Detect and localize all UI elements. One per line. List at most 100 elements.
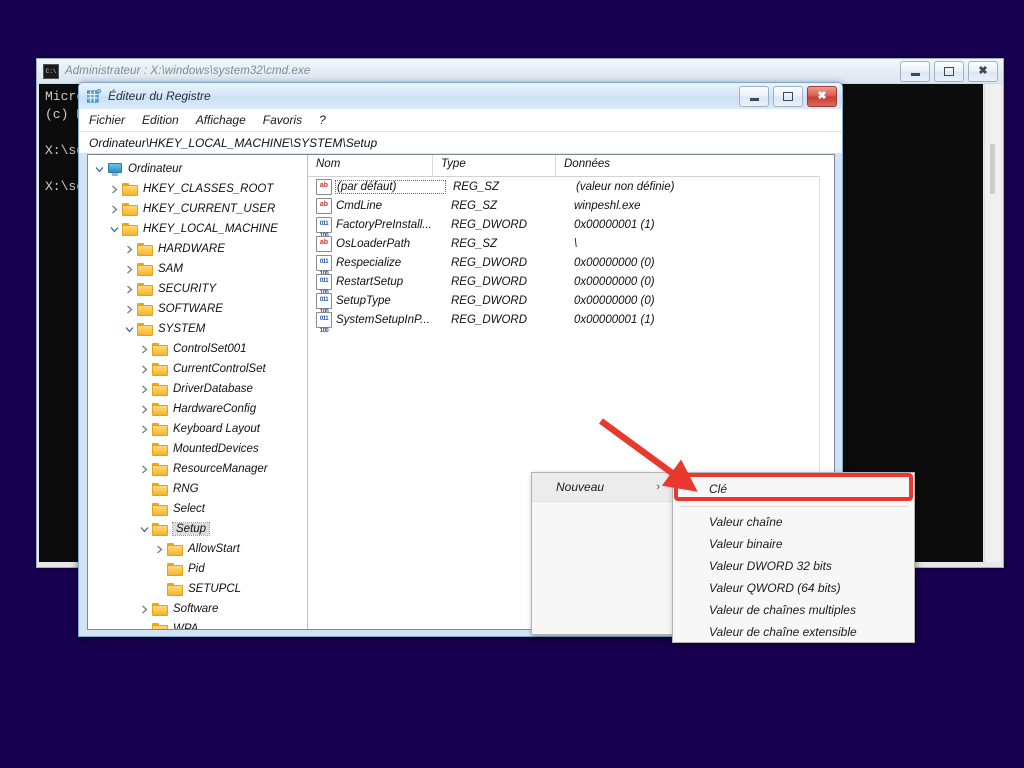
- chevron-right-icon[interactable]: [107, 201, 122, 217]
- tree-item-hardwareconfig[interactable]: HardwareConfig: [88, 399, 307, 419]
- tree-item-hardware[interactable]: HARDWARE: [88, 239, 307, 259]
- chevron-right-icon[interactable]: [122, 301, 137, 317]
- column-header-name[interactable]: Nom: [308, 155, 433, 176]
- tree-item-setup[interactable]: Setup: [88, 519, 307, 539]
- submenu-item-label: Clé: [709, 482, 728, 496]
- value-name: OsLoaderPath: [336, 237, 411, 250]
- chevron-right-icon[interactable]: [122, 281, 137, 297]
- folder-icon: [152, 382, 168, 396]
- chevron-down-icon[interactable]: [92, 161, 107, 177]
- value-row[interactable]: ab (par défaut) REG_SZ (valeur non définie): [308, 177, 834, 196]
- value-row[interactable]: 011100 Respecialize REG_DWORD 0x00000000 (0…: [308, 253, 834, 277]
- tree-item-ordinateur[interactable]: Ordinateur: [88, 159, 307, 179]
- folder-icon: [137, 262, 153, 276]
- submenu-item-label: Valeur DWORD 32 bits: [709, 559, 832, 573]
- chevron-right-icon[interactable]: [137, 421, 152, 437]
- context-menu-item-nouveau[interactable]: Nouveau ›: [532, 473, 672, 502]
- chevron-right-icon[interactable]: [152, 541, 167, 557]
- cmd-minimize-button[interactable]: [900, 60, 930, 82]
- regedit-titlebar[interactable]: Éditeur du Registre ✖: [79, 83, 842, 109]
- menu-edition[interactable]: Edition: [142, 113, 179, 127]
- tree-item-label: DriverDatabase: [173, 383, 253, 395]
- chevron-right-icon[interactable]: [122, 261, 137, 277]
- value-name: FactoryPreInstall...: [336, 218, 432, 231]
- chevron-right-icon: ›: [656, 481, 660, 493]
- context-menu-parent[interactable]: Nouveau ›: [531, 472, 673, 635]
- tree-item-rng[interactable]: RNG: [88, 479, 307, 499]
- regedit-maximize-button[interactable]: [773, 85, 803, 107]
- cmd-vertical-scrollbar[interactable]: [984, 84, 1001, 562]
- column-header-data[interactable]: Données: [556, 155, 834, 176]
- chevron-right-icon[interactable]: [137, 401, 152, 417]
- chevron-right-icon[interactable]: [137, 601, 152, 617]
- folder-icon: [152, 362, 168, 376]
- tree-item-driverdatabase[interactable]: DriverDatabase: [88, 379, 307, 399]
- value-row[interactable]: ab OsLoaderPath REG_SZ \: [308, 234, 834, 253]
- regedit-address-bar[interactable]: Ordinateur\HKEY_LOCAL_MACHINE\SYSTEM\Set…: [79, 131, 842, 153]
- registry-tree-pane[interactable]: Ordinateur HKEY_CLASSES_ROOT HKEY_CURRENT_…: [88, 155, 308, 629]
- submenu-item-cl-[interactable]: Clé: [673, 475, 914, 503]
- tree-item-security[interactable]: SECURITY: [88, 279, 307, 299]
- tree-item-hkey-classes-root[interactable]: HKEY_CLASSES_ROOT: [88, 179, 307, 199]
- chevron-right-icon[interactable]: [137, 381, 152, 397]
- chevron-right-icon[interactable]: [107, 181, 122, 197]
- desktop-background: C:\ Administrateur : X:\windows\system32…: [0, 0, 1024, 768]
- chevron-down-icon[interactable]: [107, 221, 122, 237]
- submenu-item-valeur-dword-32-bits[interactable]: Valeur DWORD 32 bits: [673, 555, 914, 577]
- folder-icon: [137, 302, 153, 316]
- value-row[interactable]: 011100 RestartSetup REG_DWORD 0x00000000 (0…: [308, 272, 834, 296]
- tree-item-pid[interactable]: Pid: [88, 559, 307, 579]
- value-row[interactable]: 011100 FactoryPreInstall... REG_DWORD 0x000…: [308, 215, 834, 239]
- menu-aide[interactable]: ?: [319, 113, 326, 127]
- tree-item-select[interactable]: Select: [88, 499, 307, 519]
- submenu-item-label: Valeur binaire: [709, 537, 783, 551]
- submenu-item-valeur-de-cha-ne-extensible[interactable]: Valeur de chaîne extensible: [673, 621, 914, 643]
- submenu-item-valeur-de-cha-nes-multiples[interactable]: Valeur de chaînes multiples: [673, 599, 914, 621]
- tree-item-wpa[interactable]: WPA: [88, 619, 307, 629]
- tree-item-hkey-current-user[interactable]: HKEY_CURRENT_USER: [88, 199, 307, 219]
- chevron-right-icon[interactable]: [122, 241, 137, 257]
- submenu-item-valeur-binaire[interactable]: Valeur binaire: [673, 533, 914, 555]
- tree-item-setupcl[interactable]: SETUPCL: [88, 579, 307, 599]
- maximize-icon: [783, 91, 793, 101]
- value-row[interactable]: 011 100 SystemSetupInP... REG_DWORD 0x000000…: [308, 310, 834, 334]
- cmd-close-button[interactable]: ✖: [968, 60, 998, 82]
- menu-fichier[interactable]: Fichier: [89, 113, 125, 127]
- tree-item-software[interactable]: Software: [88, 599, 307, 619]
- value-data: 0x00000000 (0): [574, 294, 655, 307]
- tree-item-resourcemanager[interactable]: ResourceManager: [88, 459, 307, 479]
- value-row[interactable]: 011100 SetupType REG_DWORD 0x00000000 (0): [308, 291, 834, 315]
- submenu-item-valeur-qword-64-bits-[interactable]: Valeur QWORD (64 bits): [673, 577, 914, 599]
- tree-item-keyboard-layout[interactable]: Keyboard Layout: [88, 419, 307, 439]
- tree-item-currentcontrolset[interactable]: CurrentControlSet: [88, 359, 307, 379]
- dword-value-icon: 011100: [316, 292, 332, 315]
- tree-item-system[interactable]: SYSTEM: [88, 319, 307, 339]
- cmd-scrollbar-thumb[interactable]: [990, 144, 995, 194]
- chevron-right-icon[interactable]: [137, 361, 152, 377]
- regedit-minimize-button[interactable]: [739, 85, 769, 107]
- menu-favoris[interactable]: Favoris: [263, 113, 302, 127]
- regedit-close-button[interactable]: ✖: [807, 85, 837, 107]
- tree-item-sam[interactable]: SAM: [88, 259, 307, 279]
- chevron-right-icon[interactable]: [137, 341, 152, 357]
- chevron-down-icon[interactable]: [137, 521, 152, 537]
- value-row[interactable]: ab CmdLine REG_SZ winpeshl.exe: [308, 196, 834, 215]
- tree-item-allowstart[interactable]: AllowStart: [88, 539, 307, 559]
- submenu-item-valeur-cha-ne[interactable]: Valeur chaîne: [673, 511, 914, 533]
- tree-item-software[interactable]: SOFTWARE: [88, 299, 307, 319]
- chevron-right-icon[interactable]: [137, 461, 152, 477]
- menu-affichage[interactable]: Affichage: [196, 113, 246, 127]
- tree-item-mounteddevices[interactable]: MountedDevices: [88, 439, 307, 459]
- value-name: SystemSetupInP...: [336, 313, 430, 326]
- context-menu-item-label: Nouveau: [556, 480, 605, 494]
- column-header-type[interactable]: Type: [433, 155, 556, 176]
- context-menu-submenu[interactable]: Clé Valeur chaîne Valeur binaire Valeur DWO…: [672, 472, 915, 643]
- cmd-titlebar[interactable]: C:\ Administrateur : X:\windows\system32…: [37, 59, 1003, 84]
- cmd-maximize-button[interactable]: [934, 60, 964, 82]
- tree-item-hkey-local-machine[interactable]: HKEY_LOCAL_MACHINE: [88, 219, 307, 239]
- chevron-down-icon[interactable]: [122, 321, 137, 337]
- tree-item-controlset001[interactable]: ControlSet001: [88, 339, 307, 359]
